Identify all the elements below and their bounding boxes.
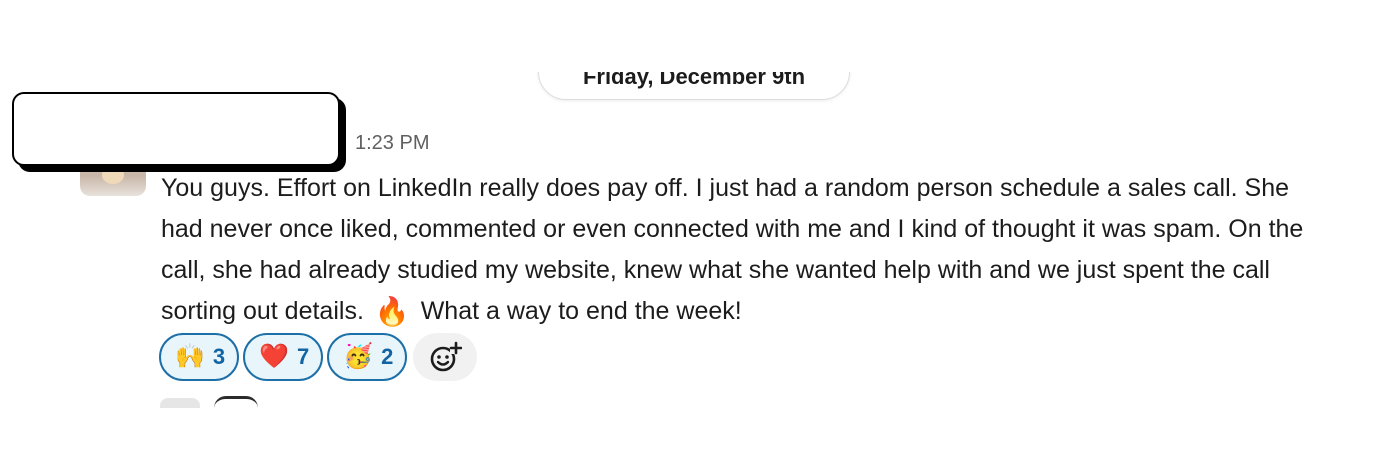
reaction-raising-hands[interactable]: 🙌 3 <box>159 333 240 381</box>
next-message-avatar <box>160 398 200 408</box>
date-divider[interactable]: Friday, December 9th <box>538 72 850 100</box>
message-timestamp[interactable]: 1:23 PM <box>355 132 429 155</box>
reaction-count: 3 <box>212 344 226 369</box>
message-text-end: What a way to end the week! <box>420 297 742 325</box>
fire-icon: 🔥 <box>374 296 410 327</box>
party-face-icon: 🥳 <box>343 343 374 370</box>
heart-icon: ❤️ <box>259 343 290 370</box>
reaction-heart[interactable]: ❤️ 7 <box>243 333 324 381</box>
raising-hands-icon: 🙌 <box>175 343 205 370</box>
reaction-count: 2 <box>381 344 394 369</box>
date-divider-wrapper: Friday, December 9th <box>530 72 860 106</box>
next-message-avatar <box>214 396 258 408</box>
redacted-sender-name <box>12 92 340 166</box>
message-body: You guys. Effort on LinkedIn really does… <box>161 168 1321 332</box>
add-reaction-icon <box>431 341 463 372</box>
reaction-count: 7 <box>297 344 310 369</box>
reaction-party-face[interactable]: 🥳 2 <box>327 333 408 381</box>
reaction-bar: 🙌 3 ❤️ 7 🥳 2 <box>159 333 478 381</box>
add-reaction-button[interactable] <box>413 333 478 381</box>
message-view: Friday, December 9th 1:23 PM You guys. E… <box>0 0 1378 454</box>
